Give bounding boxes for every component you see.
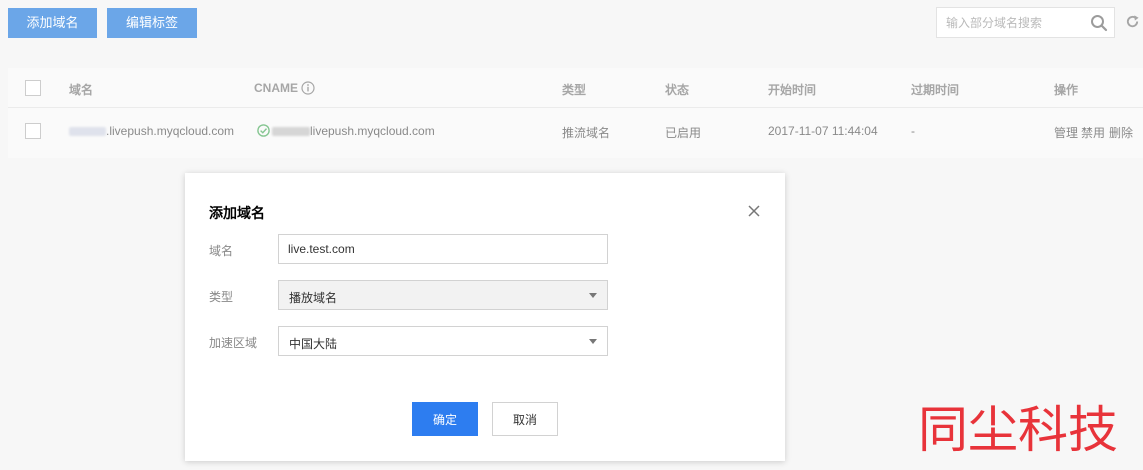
dialog-title: 添加域名	[209, 205, 265, 221]
type-select-value: 播放域名	[289, 291, 338, 305]
domain-field	[278, 234, 608, 264]
type-label: 类型	[209, 290, 234, 304]
close-icon[interactable]	[748, 205, 760, 217]
domain-label: 域名	[209, 244, 234, 258]
region-label: 加速区域	[209, 336, 258, 350]
watermark-text: 同尘科技	[918, 401, 1118, 459]
chevron-down-icon	[589, 293, 597, 298]
add-domain-dialog: 添加域名 域名 类型 播放域名 加速区域 中国大陆 确定 取消	[185, 173, 785, 461]
type-select[interactable]: 播放域名	[278, 280, 608, 310]
region-select-value: 中国大陆	[289, 337, 338, 351]
chevron-down-icon	[589, 339, 597, 344]
cancel-button[interactable]: 取消	[492, 402, 558, 436]
region-select[interactable]: 中国大陆	[278, 326, 608, 356]
confirm-button[interactable]: 确定	[412, 402, 478, 436]
domain-input[interactable]	[279, 235, 607, 263]
